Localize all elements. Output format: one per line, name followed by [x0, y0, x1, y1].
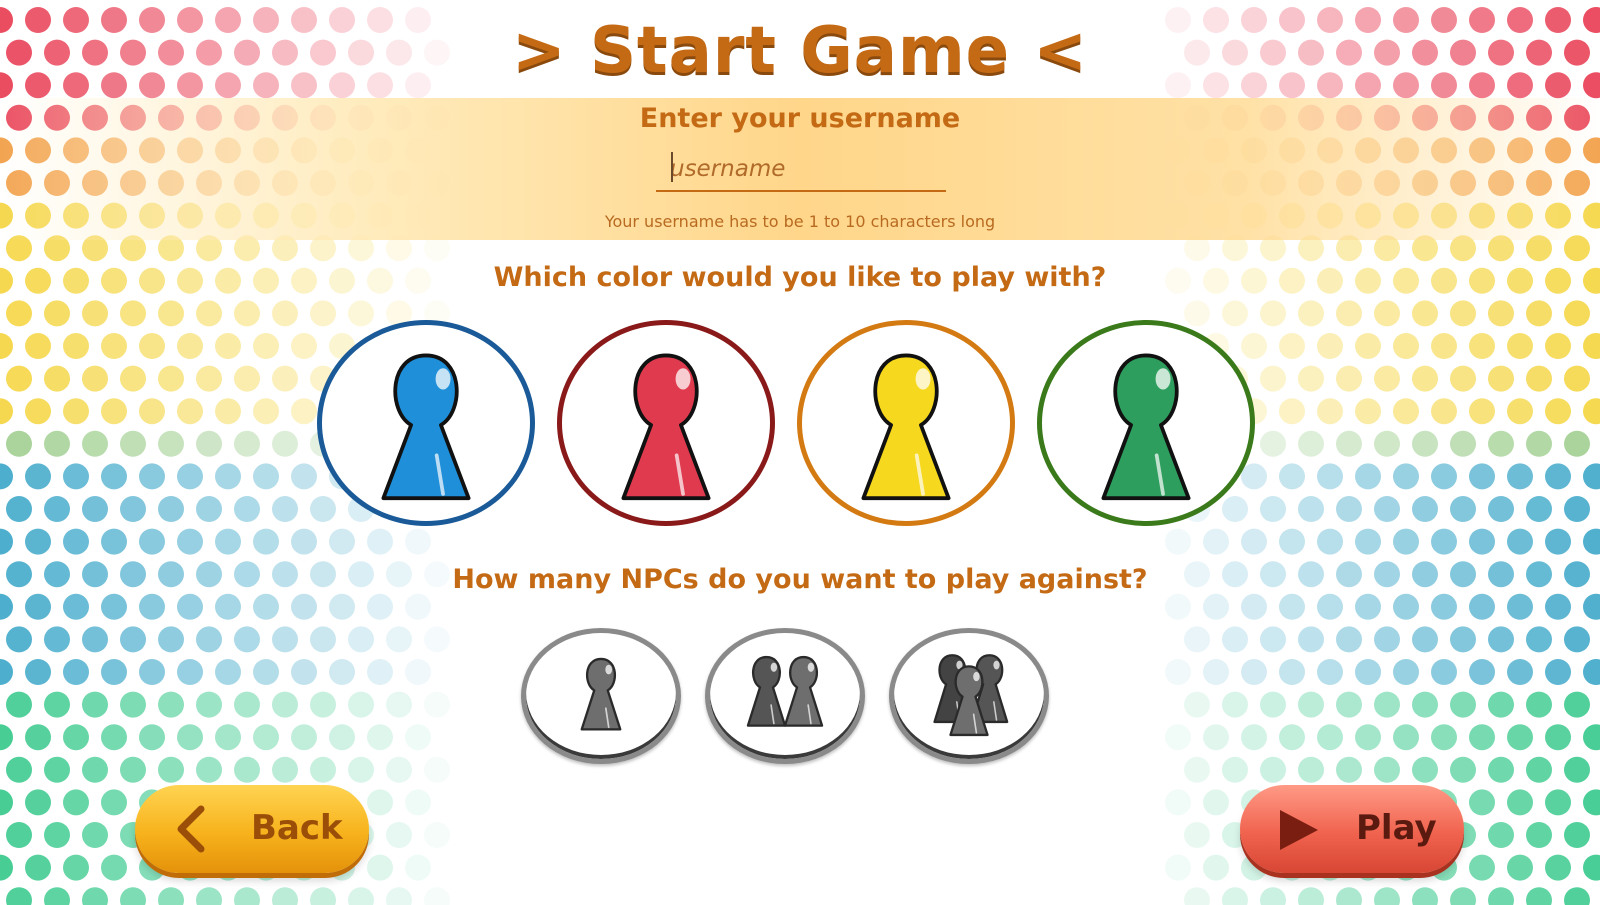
play-triangle-icon	[1280, 810, 1318, 850]
play-button-label: Play	[1356, 808, 1437, 848]
red-pawn-icon	[621, 353, 711, 501]
username-input[interactable]	[656, 148, 946, 192]
page-title: > Start Game <	[512, 14, 1088, 88]
npc-option-3[interactable]	[889, 628, 1049, 764]
three-grey-pawns-icon	[933, 654, 1009, 737]
npc-option-1[interactable]	[521, 628, 681, 764]
color-option-yellow[interactable]	[797, 320, 1015, 526]
color-option-red[interactable]	[557, 320, 775, 526]
back-button[interactable]: Back	[135, 785, 369, 873]
npc-question: How many NPCs do you want to play agains…	[452, 564, 1148, 595]
play-button[interactable]: Play	[1240, 785, 1464, 873]
color-option-blue[interactable]	[317, 320, 535, 526]
back-button-label: Back	[251, 808, 343, 848]
username-label: Enter your username	[639, 103, 961, 134]
two-grey-pawns-icon	[746, 655, 824, 727]
blue-pawn-icon	[381, 353, 471, 501]
text-cursor	[671, 152, 673, 182]
color-option-green[interactable]	[1037, 320, 1255, 526]
chevron-left-icon	[177, 805, 205, 853]
yellow-pawn-icon	[861, 353, 951, 501]
username-hint: Your username has to be 1 to 10 characte…	[604, 212, 996, 231]
one-grey-pawn-icon	[580, 657, 622, 731]
npc-option-2[interactable]	[705, 628, 865, 764]
color-question: Which color would you like to play with?	[493, 262, 1107, 293]
green-pawn-icon	[1101, 353, 1191, 501]
